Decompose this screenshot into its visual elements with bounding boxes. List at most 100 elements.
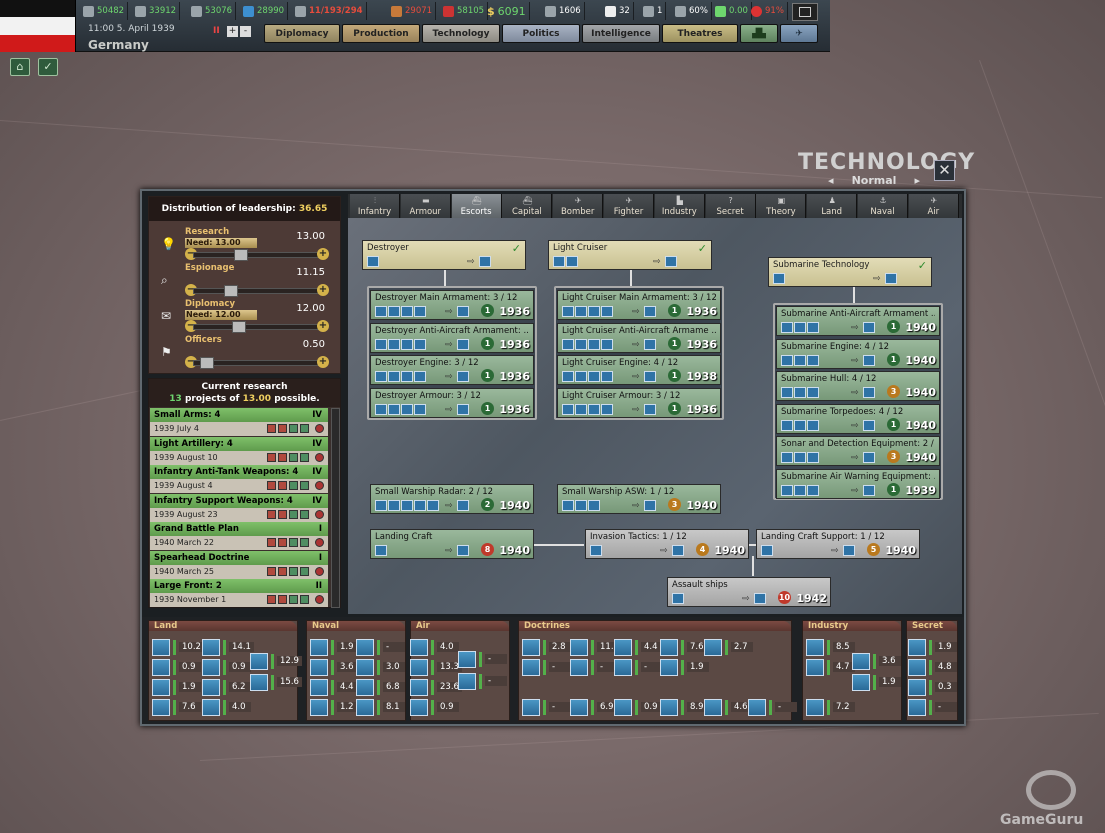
- research-queue-item[interactable]: Infantry Anti-Tank Weapons: 4 IV 1939 Augu…: [150, 465, 328, 493]
- knowledge-cell[interactable]: -: [614, 658, 663, 676]
- research-queue-item[interactable]: Spearhead Doctrine I 1940 March 25: [150, 550, 328, 579]
- map-mode-button[interactable]: ⌂: [10, 58, 30, 76]
- knowledge-cell[interactable]: 15.6: [250, 673, 302, 691]
- research-queue-item[interactable]: Grand Battle Plan I 1940 March 22: [150, 522, 328, 550]
- knowledge-cell[interactable]: 8.9: [660, 698, 709, 716]
- knowledge-cell[interactable]: 2.7: [704, 638, 753, 656]
- tech-node[interactable]: Invasion Tactics: 1 / 12 ⇨ 4 1940: [585, 529, 749, 559]
- knowledge-cell[interactable]: 23.6: [410, 678, 462, 696]
- cancel-research-icon[interactable]: [315, 509, 324, 519]
- knowledge-cell[interactable]: 0.9: [410, 698, 459, 716]
- tech-node[interactable]: Assault ships ⇨ 10 1942: [667, 577, 831, 607]
- knowledge-cell[interactable]: 0.9: [152, 658, 201, 676]
- national-unity-resource[interactable]: 60%: [672, 2, 712, 20]
- knowledge-cell[interactable]: -: [522, 698, 571, 716]
- tech-node[interactable]: Light Cruiser ⇨ ✓: [548, 240, 712, 270]
- diplomacy-plus-button[interactable]: +: [317, 320, 329, 332]
- knowledge-cell[interactable]: 1.2: [310, 698, 359, 716]
- knowledge-cell[interactable]: 4.0: [202, 698, 251, 716]
- move-bottom-icon[interactable]: [267, 595, 276, 604]
- pause-button[interactable]: II: [213, 26, 225, 37]
- knowledge-cell[interactable]: 1.9: [310, 638, 359, 656]
- move-top-icon[interactable]: [300, 566, 309, 576]
- knowledge-cell[interactable]: 8.5: [806, 638, 855, 656]
- tab-bomber[interactable]: ✈ Bomber: [553, 194, 604, 218]
- move-bottom-icon[interactable]: [267, 566, 276, 576]
- knowledge-cell[interactable]: 14.1: [202, 638, 254, 656]
- move-up-icon[interactable]: [289, 424, 298, 433]
- move-down-icon[interactable]: [278, 509, 287, 519]
- country-flag[interactable]: [0, 0, 76, 52]
- tech-node[interactable]: Submarine Engine: 4 / 12 ⇨ 1 1940: [776, 338, 940, 369]
- knowledge-cell[interactable]: -: [908, 698, 957, 716]
- move-up-icon[interactable]: [289, 566, 298, 576]
- officers-plus-button[interactable]: +: [317, 356, 329, 368]
- knowledge-cell[interactable]: -: [356, 638, 405, 656]
- knowledge-cell[interactable]: 0.3: [908, 678, 957, 696]
- tech-node[interactable]: Destroyer Anti-Aircraft Armament: ... ⇨ 1 1…: [370, 322, 534, 353]
- knowledge-cell[interactable]: 7.2: [806, 698, 855, 716]
- tech-node[interactable]: Small Warship Radar: 2 / 12 ⇨ 2 1940: [370, 484, 534, 514]
- tab-armour[interactable]: ▬ Armour: [400, 194, 451, 218]
- tech-node[interactable]: Destroyer Armour: 3 / 12 ⇨ 1 1936: [370, 387, 534, 418]
- energy-resource[interactable]: 50482: [80, 2, 129, 20]
- move-up-icon[interactable]: [289, 481, 298, 490]
- tech-node[interactable]: Submarine Anti-Aircraft Armament ... ⇨ 1 19…: [776, 306, 940, 336]
- cancel-research-icon[interactable]: [315, 452, 324, 462]
- move-bottom-icon[interactable]: [267, 538, 276, 547]
- move-down-icon[interactable]: [278, 538, 287, 547]
- tech-node[interactable]: Landing Craft ⇨ 8 1940: [370, 529, 534, 559]
- tab-escorts[interactable]: ⛴ Escorts: [451, 194, 502, 218]
- slider-handle[interactable]: [200, 357, 214, 369]
- speed-down-button[interactable]: -: [240, 26, 251, 37]
- knowledge-cell[interactable]: -: [748, 698, 797, 716]
- next-mode-arrow[interactable]: ▸: [914, 174, 920, 187]
- tech-node[interactable]: Light Cruiser Anti-Aircraft Armame ... ⇨ 1…: [557, 322, 721, 353]
- knowledge-cell[interactable]: 4.4: [614, 638, 663, 656]
- tech-node[interactable]: Submarine Hull: 4 / 12 ⇨ 3 1940: [776, 371, 940, 401]
- move-bottom-icon[interactable]: [267, 452, 276, 462]
- move-down-icon[interactable]: [278, 481, 287, 490]
- cancel-research-icon[interactable]: [315, 595, 324, 604]
- knowledge-cell[interactable]: 7.6: [660, 638, 709, 656]
- knowledge-cell[interactable]: -: [522, 658, 571, 676]
- move-down-icon[interactable]: [278, 424, 287, 433]
- move-down-icon[interactable]: [278, 566, 287, 576]
- knowledge-cell[interactable]: 3.6: [852, 652, 901, 670]
- cancel-research-icon[interactable]: [315, 566, 324, 576]
- knowledge-cell[interactable]: 7.6: [152, 698, 201, 716]
- speed-up-button[interactable]: +: [227, 26, 238, 37]
- tech-node[interactable]: Sonar and Detection Equipment: 2 / 12 ⇨ 3 1…: [776, 436, 940, 466]
- neutrality-resource[interactable]: 91%: [748, 2, 788, 20]
- tech-node[interactable]: Submarine Torpedoes: 4 / 12 ⇨ 1 1940: [776, 403, 940, 434]
- move-up-icon[interactable]: [289, 452, 298, 462]
- tech-node[interactable]: Light Cruiser Armour: 3 / 12 ⇨ 1 1936: [557, 387, 721, 418]
- knowledge-cell[interactable]: 1.9: [852, 673, 901, 691]
- tech-node[interactable]: Small Warship ASW: 1 / 12 ⇨ 3 1940: [557, 484, 721, 514]
- knowledge-cell[interactable]: 4.4: [310, 678, 359, 696]
- knowledge-cell[interactable]: 3.0: [356, 658, 405, 676]
- prev-mode-arrow[interactable]: ◂: [828, 174, 834, 187]
- slider-handle[interactable]: [234, 249, 248, 261]
- research-queue-item[interactable]: Small Arms: 4 IV 1939 July 4: [150, 408, 328, 436]
- manpower-resource[interactable]: 1606: [542, 2, 585, 20]
- dissent-resource[interactable]: 0.00: [712, 2, 752, 20]
- knowledge-cell[interactable]: -: [458, 650, 507, 668]
- tech-node[interactable]: Submarine Air Warning Equipment: ... ⇨ 1 19…: [776, 468, 940, 499]
- tech-node[interactable]: Landing Craft Support: 1 / 12 ⇨ 5 1940: [756, 529, 920, 559]
- knowledge-cell[interactable]: 0.9: [202, 658, 251, 676]
- move-up-icon[interactable]: [289, 538, 298, 547]
- cancel-research-icon[interactable]: [315, 481, 324, 490]
- tab-diplomacy[interactable]: Diplomacy: [264, 24, 340, 43]
- research-slider[interactable]: [193, 249, 321, 261]
- knowledge-cell[interactable]: 3.6: [310, 658, 359, 676]
- tech-node[interactable]: Destroyer Engine: 3 / 12 ⇨ 1 1936: [370, 355, 534, 385]
- knowledge-cell[interactable]: -: [570, 658, 619, 676]
- tab-air-missions[interactable]: ✈: [780, 24, 818, 43]
- diplomacy-resource[interactable]: 32: [602, 2, 634, 20]
- move-top-icon[interactable]: [300, 509, 309, 519]
- tech-node[interactable]: Light Cruiser Engine: 4 / 12 ⇨ 1 1938: [557, 355, 721, 385]
- tab-naval[interactable]: ⚓ Naval: [858, 194, 908, 218]
- slider-handle[interactable]: [232, 321, 246, 333]
- tab-theatres[interactable]: Theatres: [662, 24, 738, 43]
